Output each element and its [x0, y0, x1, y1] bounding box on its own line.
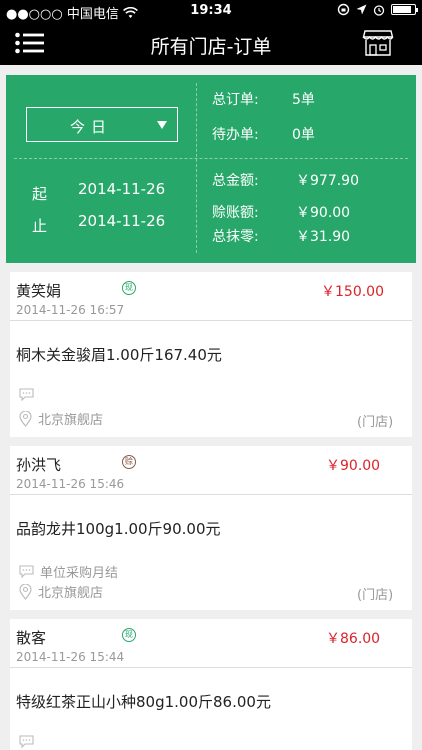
store-name: 北京旗舰店	[38, 413, 104, 428]
order-amount: ￥90.00	[326, 458, 381, 474]
order-time: 2014-11-26 15:44	[16, 650, 125, 664]
store-row: 北京旗舰店	[19, 409, 103, 428]
pending-orders-label: 待办单:	[212, 127, 259, 143]
summary-horizontal-divider	[14, 158, 408, 159]
comment-icon	[19, 565, 34, 578]
summary-vertical-divider	[196, 83, 197, 253]
rounding-amount-value: ￥31.90	[296, 229, 351, 245]
customer-name: 散客	[16, 629, 47, 647]
comment-icon	[19, 388, 34, 401]
battery-level	[393, 6, 411, 13]
note-row	[19, 388, 40, 401]
card-divider	[10, 320, 412, 321]
card-divider	[10, 667, 412, 668]
note-row: 单位采购月结	[19, 562, 118, 581]
customer-name: 黄笑娟	[16, 282, 62, 300]
status-bar: ●●○○○ 中国电信 19:34	[0, 0, 422, 22]
customer-name: 孙洪飞	[16, 456, 62, 474]
credit-amount-value: ￥90.00	[296, 205, 351, 221]
order-amount: ￥150.00	[321, 284, 384, 300]
location-pin-icon	[19, 410, 32, 427]
order-note: 单位采购月结	[40, 566, 119, 581]
payment-status-icon: 赊	[122, 455, 136, 469]
alarm-icon	[373, 4, 385, 16]
page-title: 所有门店-订单	[150, 36, 272, 58]
order-source: (门店)	[357, 415, 394, 430]
order-source: (门店)	[357, 588, 394, 603]
store-icon	[362, 30, 394, 56]
order-amount: ￥86.00	[326, 631, 381, 647]
order-items: 桐木关金骏眉1.00斤167.40元	[16, 346, 222, 364]
card-divider	[10, 494, 412, 495]
start-date[interactable]: 2014-11-26	[78, 180, 165, 198]
note-row	[19, 735, 40, 748]
summary-panel: 今日 起 止 2014-11-26 2014-11-26 总订单: 5单 待办单…	[6, 75, 416, 263]
order-time: 2014-11-26 15:46	[16, 477, 125, 491]
end-label: 止	[32, 217, 48, 235]
battery-icon	[391, 4, 418, 15]
store-row: 北京旗舰店	[19, 582, 103, 601]
location-pin-icon	[19, 583, 32, 600]
start-label: 起	[32, 185, 48, 203]
order-time: 2014-11-26 16:57	[16, 303, 125, 317]
payment-status-icon: 现	[122, 281, 136, 295]
total-amount-label: 总金额:	[212, 173, 259, 189]
store-button[interactable]	[362, 29, 394, 57]
status-icons	[337, 3, 418, 16]
order-card[interactable]: 散客 现 ￥86.00 2014-11-26 15:44 特级红茶正山小种80g…	[10, 619, 412, 750]
order-items: 品韵龙井100g1.00斤90.00元	[16, 520, 221, 538]
location-icon	[356, 4, 367, 15]
total-amount-value: ￥977.90	[296, 173, 359, 189]
caret-down-icon	[157, 121, 167, 129]
credit-amount-label: 赊账额:	[212, 205, 259, 221]
rotation-lock-icon	[337, 3, 350, 16]
order-card[interactable]: 黄笑娟 现 ￥150.00 2014-11-26 16:57 桐木关金骏眉1.0…	[10, 272, 412, 437]
pending-orders-value: 0单	[292, 127, 315, 143]
total-orders-value: 5单	[292, 92, 315, 108]
store-name: 北京旗舰店	[38, 586, 104, 601]
total-orders-label: 总订单:	[212, 92, 259, 108]
payment-status-icon: 现	[122, 628, 136, 642]
end-date[interactable]: 2014-11-26	[78, 212, 165, 230]
comment-icon	[19, 735, 34, 748]
nav-bar: 所有门店-订单	[0, 22, 422, 65]
period-select-value: 今日	[69, 118, 112, 136]
order-items: 特级红茶正山小种80g1.00斤86.00元	[16, 693, 271, 711]
rounding-amount-label: 总抹零:	[212, 229, 259, 245]
order-card[interactable]: 孙洪飞 赊 ￥90.00 2014-11-26 15:46 品韵龙井100g1.…	[10, 446, 412, 610]
period-select[interactable]: 今日	[26, 107, 178, 142]
